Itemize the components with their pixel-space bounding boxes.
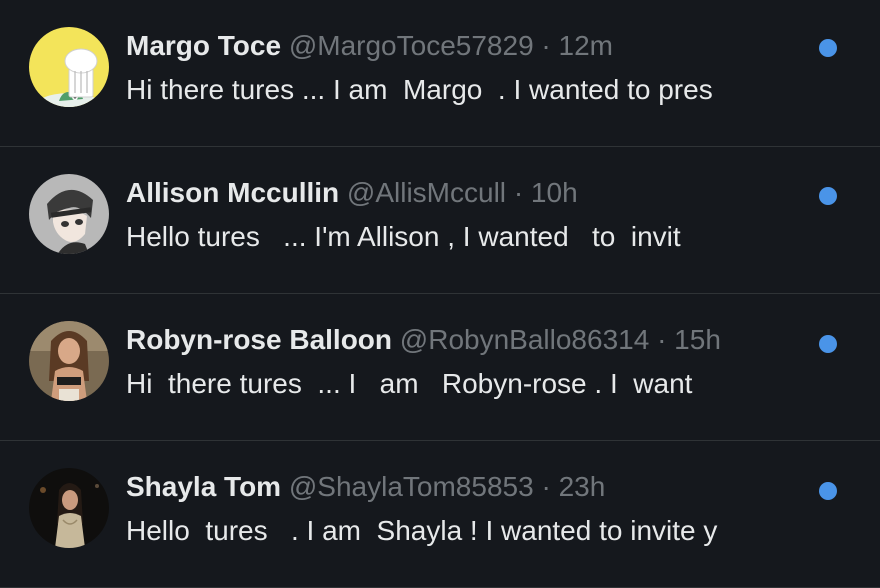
message-preview: Hi there tures ... I am Margo . I wanted… [126,74,713,105]
conversation-row-allison-mccullin[interactable]: Allison Mccullin @AllisMccull · 10h Hell… [0,147,880,294]
separator-dot: · [541,471,551,502]
sender-handle[interactable]: @MargoToce57829 [289,30,534,61]
sender-name[interactable]: Allison Mccullin [126,177,339,208]
unread-indicator [819,39,837,57]
woman-photo-avatar-icon[interactable] [29,321,109,401]
timestamp: 15h [674,324,721,355]
sender-name[interactable]: Robyn-rose Balloon [126,324,392,355]
sender-handle[interactable]: @ShaylaTom85853 [289,471,534,502]
conversation-row-robyn-rose-balloon[interactable]: Robyn-rose Balloon @RobynBallo86314 · 15… [0,294,880,441]
conversation-header: Robyn-rose Balloon @RobynBallo86314 · 15… [126,320,721,360]
timestamp: 23h [558,471,606,502]
separator-dot: · [513,177,524,208]
unread-indicator [819,482,837,500]
sender-name[interactable]: Shayla Tom [126,471,281,502]
sender-handle[interactable]: @AllisMccull [347,177,506,208]
sender-handle[interactable]: @RobynBallo86314 [400,324,649,355]
conversation-header: Allison Mccullin @AllisMccull · 10h [126,173,578,213]
chef-hat-avatar-icon[interactable] [29,27,109,107]
sender-name[interactable]: Margo Toce [126,30,281,61]
message-preview: Hi there tures ... I am Robyn-rose . I w… [126,368,693,399]
message-preview: Hello tures ... I'm Allison , I wanted t… [126,221,681,252]
timestamp: 10h [530,177,578,208]
conversation-header: Margo Toce @MargoToce57829 · 12m [126,26,613,66]
separator-dot: · [541,30,551,61]
woman-night-photo-avatar-icon[interactable] [29,468,109,548]
message-preview: Hello tures . I am Shayla ! I wanted to … [126,515,718,546]
anime-character-avatar-icon[interactable] [29,174,109,254]
conversation-row-shayla-tom[interactable]: Shayla Tom @ShaylaTom85853 · 23h Hello t… [0,441,880,588]
unread-indicator [819,187,837,205]
timestamp: 12m [558,30,613,61]
separator-dot: · [657,324,667,355]
conversation-row-margo-toce[interactable]: Margo Toce @MargoToce57829 · 12m Hi ther… [0,0,880,147]
conversation-list: Margo Toce @MargoToce57829 · 12m Hi ther… [0,0,880,588]
unread-indicator [819,335,837,353]
conversation-header: Shayla Tom @ShaylaTom85853 · 23h [126,467,605,507]
